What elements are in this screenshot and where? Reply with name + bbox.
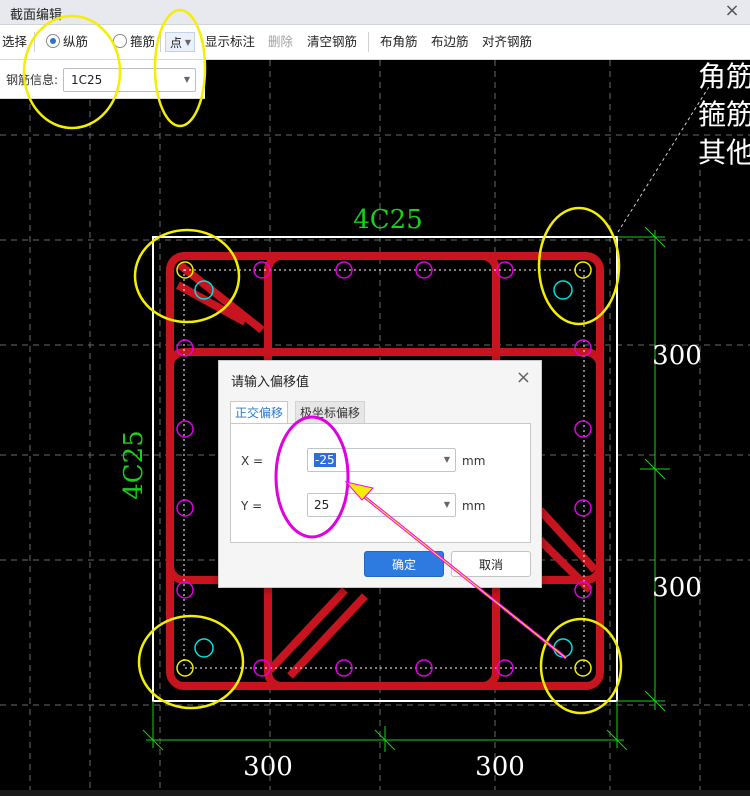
y-offset-input[interactable]: 25 ▼ [307,493,456,517]
offset-dialog: 请输入偏移值 × 正交偏移 极坐标偏移 X = -25 ▼ mm Y = 25 … [218,360,542,588]
radio-longitudinal[interactable]: 纵筋 [46,25,88,59]
radio-checked-icon [46,34,60,48]
toolbar-separator [368,32,369,52]
top-rebar-label: 4C25 [353,205,423,235]
x-offset-value: -25 [314,453,336,467]
dim-bottom-left: 300 [243,752,293,782]
place-edge-rebar-button[interactable]: 布边筋 [431,25,469,59]
align-rebar-button[interactable]: 对齐钢筋 [482,25,532,59]
note-line-2: 箍筋 [698,98,750,131]
side-rebar-label: 4C25 [119,430,149,500]
tab-orthogonal-offset[interactable]: 正交偏移 [230,401,289,425]
close-icon[interactable]: × [516,367,531,388]
rebar-info-bar: 钢筋信息: 1C25 ▼ [0,60,205,99]
y-unit: mm [462,499,486,513]
toolbar-separator [34,32,35,52]
point-mode-select[interactable]: 点 ▼ [165,32,195,52]
dim-right-top: 300 [652,341,702,371]
cancel-button[interactable]: 取消 [451,551,531,577]
y-label: Y = [241,499,263,513]
chevron-down-icon: ▼ [443,455,450,464]
radio-stirrup[interactable]: 箍筋 [113,25,155,59]
status-strip [0,790,750,796]
toolbar-separator [160,32,161,52]
delete-button[interactable]: 删除 [268,25,293,59]
leader-line [617,84,711,233]
rebar-info-select[interactable]: 1C25 ▼ [63,68,196,92]
ok-button[interactable]: 确定 [364,551,444,577]
radio-longitudinal-label: 纵筋 [63,34,89,49]
place-corner-rebar-button[interactable]: 布角筋 [380,25,418,59]
note-line-3: 其他 [698,136,750,169]
select-tool[interactable]: 选择 [2,25,27,59]
chevron-down-icon: ▼ [184,38,191,47]
offset-panel: X = -25 ▼ mm Y = 25 ▼ mm [230,423,531,543]
y-offset-value: 25 [314,498,330,512]
clear-rebar-button[interactable]: 清空钢筋 [307,25,357,59]
x-offset-input[interactable]: -25 ▼ [307,448,456,472]
chevron-down-icon: ▼ [443,500,450,509]
radio-stirrup-label: 箍筋 [130,34,156,49]
show-annotation-button[interactable]: 显示标注 [205,25,255,59]
rebar-info-value: 1C25 [71,73,103,87]
point-mode-value: 点 [170,36,183,50]
note-line-1: 角筋 [698,60,750,93]
tab-polar-offset[interactable]: 极坐标偏移 [295,401,366,424]
window-title: 截面编辑 [10,8,63,23]
x-unit: mm [462,454,486,468]
rebar-info-label: 钢筋信息: [6,73,59,87]
radio-unchecked-icon [113,34,127,48]
close-icon[interactable]: × [722,1,742,21]
title-bar: 截面编辑 × [0,0,750,25]
dim-bottom-right: 300 [475,752,525,782]
dialog-title: 请输入偏移值 [231,375,310,390]
toolbar: 选择 纵筋 箍筋 显示标注 删除 清空钢筋 布角筋 布边筋 对齐钢筋 [0,25,750,60]
x-label: X = [241,454,264,468]
chevron-down-icon: ▼ [183,75,190,84]
dim-right-bottom: 300 [652,573,702,603]
